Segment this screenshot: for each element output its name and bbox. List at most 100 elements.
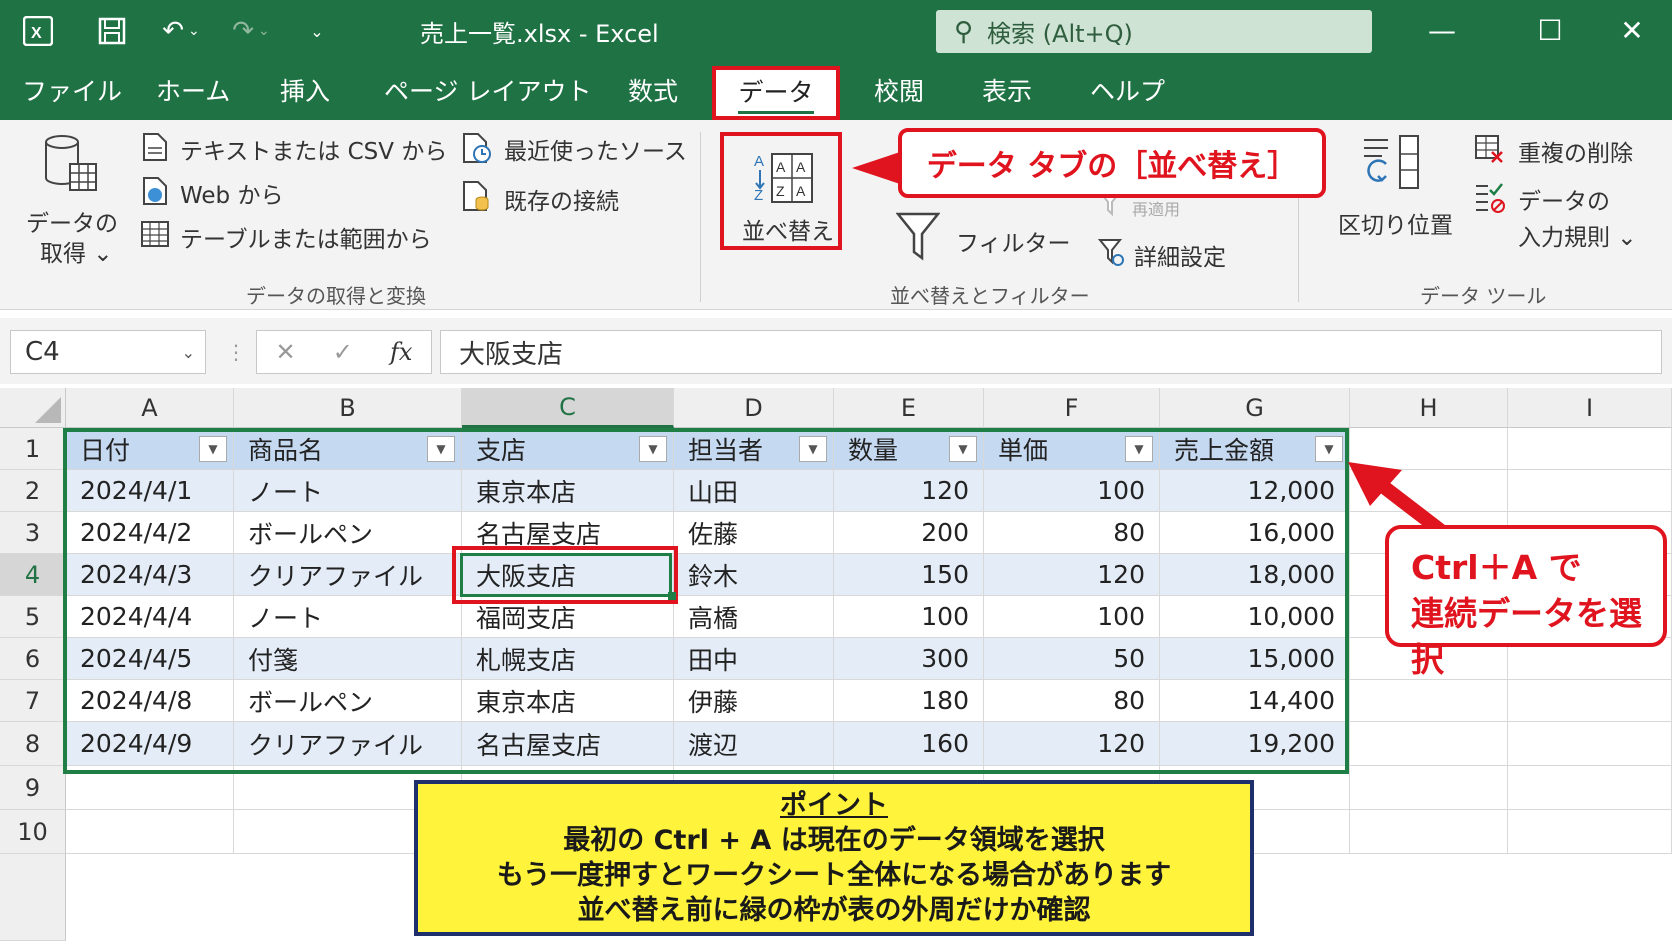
insert-function-icon[interactable]: fx [390, 338, 412, 366]
table-cell[interactable]: 15,000 [1160, 638, 1350, 680]
table-header-cell[interactable]: 担当者 ▼ [674, 428, 834, 470]
maximize-icon[interactable]: ☐ [1520, 10, 1580, 50]
filter-dropdown-icon[interactable]: ▼ [1125, 436, 1153, 462]
column-header-b[interactable]: B [234, 388, 462, 428]
table-cell[interactable]: 160 [834, 722, 984, 766]
column-header-e[interactable]: E [834, 388, 984, 428]
table-cell[interactable]: 名古屋支店 [462, 512, 674, 554]
table-header-cell[interactable]: 数量 ▼ [834, 428, 984, 470]
remove-duplicates-button[interactable]: 重複の削除 [1518, 134, 1633, 168]
row-header-10[interactable]: 10 [0, 810, 66, 854]
filter-dropdown-icon[interactable]: ▼ [639, 436, 667, 462]
table-cell[interactable]: 100 [984, 470, 1160, 512]
table-cell[interactable]: ノート [234, 596, 462, 638]
text-to-columns-button[interactable]: 区切り位置 [1338, 206, 1453, 240]
table-cell[interactable]: クリアファイル [234, 554, 462, 596]
column-header-a[interactable]: A [66, 388, 234, 428]
minimize-icon[interactable]: — [1412, 10, 1472, 50]
row-header-7[interactable]: 7 [0, 680, 66, 722]
column-header-c[interactable]: C [462, 388, 674, 428]
table-cell[interactable]: 高橋 [674, 596, 834, 638]
table-cell[interactable]: 180 [834, 680, 984, 722]
table-cell[interactable]: 2024/4/4 [66, 596, 234, 638]
table-cell[interactable]: 19,200 [1160, 722, 1350, 766]
empty-cell[interactable] [1508, 722, 1672, 766]
empty-cell[interactable] [1508, 766, 1672, 810]
filter-dropdown-icon[interactable]: ▼ [799, 436, 827, 462]
table-header-cell[interactable]: 売上金額 ▼ [1160, 428, 1350, 470]
table-header-cell[interactable]: 支店 ▼ [462, 428, 674, 470]
table-header-cell[interactable]: 日付 ▼ [66, 428, 234, 470]
tab-review[interactable]: 校閲 [874, 70, 924, 110]
customize-qat-icon[interactable]: ⌄ [302, 12, 332, 50]
table-range-button[interactable]: テーブルまたは範囲から [180, 220, 432, 254]
table-cell[interactable]: 2024/4/8 [66, 680, 234, 722]
column-header-i[interactable]: I [1508, 388, 1672, 428]
row-header-1[interactable]: 1 [0, 428, 66, 470]
empty-cell[interactable] [1350, 680, 1508, 722]
data-validation-label-2[interactable]: 入力規則 ⌄ [1518, 218, 1637, 252]
advanced-button[interactable]: 詳細設定 [1134, 238, 1226, 272]
table-cell[interactable]: 14,400 [1160, 680, 1350, 722]
empty-cell[interactable] [1508, 470, 1672, 512]
column-header-g[interactable]: G [1160, 388, 1350, 428]
row-header-2[interactable]: 2 [0, 470, 66, 512]
table-cell[interactable]: 80 [984, 512, 1160, 554]
table-cell[interactable]: 付箋 [234, 638, 462, 680]
table-cell[interactable]: 田中 [674, 638, 834, 680]
table-cell[interactable]: 150 [834, 554, 984, 596]
tab-page-layout[interactable]: ページ レイアウト [384, 70, 591, 110]
table-cell[interactable]: 2024/4/2 [66, 512, 234, 554]
filter-dropdown-icon[interactable]: ▼ [1315, 436, 1343, 462]
table-cell[interactable]: 300 [834, 638, 984, 680]
table-cell[interactable]: 2024/4/3 [66, 554, 234, 596]
table-cell[interactable]: 50 [984, 638, 1160, 680]
existing-connections-button[interactable]: 既存の接続 [504, 182, 619, 216]
web-button[interactable]: Web から [180, 176, 283, 210]
table-cell[interactable]: ノート [234, 470, 462, 512]
text-csv-button[interactable]: テキストまたは CSV から [180, 132, 447, 166]
table-header-cell[interactable]: 単価 ▼ [984, 428, 1160, 470]
table-cell[interactable]: ボールペン [234, 512, 462, 554]
table-cell[interactable]: 10,000 [1160, 596, 1350, 638]
select-all-button[interactable] [0, 388, 66, 428]
reapply-button[interactable]: 再適用 [1132, 196, 1180, 220]
cancel-icon[interactable]: ✕ [276, 338, 296, 366]
empty-cell[interactable] [66, 810, 234, 854]
filter-dropdown-icon[interactable]: ▼ [427, 436, 455, 462]
column-header-h[interactable]: H [1350, 388, 1508, 428]
table-cell[interactable]: 東京本店 [462, 680, 674, 722]
tab-insert[interactable]: 挿入 [280, 70, 330, 110]
formula-input[interactable]: 大阪支店 [440, 330, 1662, 374]
redo-icon[interactable]: ↷ ⌄ [226, 12, 276, 50]
tab-file[interactable]: ファイル [22, 70, 122, 110]
row-header-8[interactable]: 8 [0, 722, 66, 766]
table-header-cell[interactable]: 商品名 ▼ [234, 428, 462, 470]
table-cell[interactable]: 佐藤 [674, 512, 834, 554]
column-header-d[interactable]: D [674, 388, 834, 428]
table-cell[interactable]: 福岡支店 [462, 596, 674, 638]
row-header-5[interactable]: 5 [0, 596, 66, 638]
row-header-9[interactable]: 9 [0, 766, 66, 810]
empty-cell[interactable] [66, 766, 234, 810]
table-cell[interactable]: 2024/4/9 [66, 722, 234, 766]
get-data-label-2[interactable]: 取得 ⌄ [40, 234, 113, 268]
table-cell[interactable]: 16,000 [1160, 512, 1350, 554]
filter-dropdown-icon[interactable]: ▼ [949, 436, 977, 462]
tab-home[interactable]: ホーム [156, 70, 230, 110]
undo-icon[interactable]: ↶ ⌄ [156, 12, 206, 50]
empty-cell[interactable] [1350, 810, 1508, 854]
tab-help[interactable]: ヘルプ [1090, 70, 1165, 110]
row-header-4[interactable]: 4 [0, 554, 66, 596]
row-header-6[interactable]: 6 [0, 638, 66, 680]
data-validation-label-1[interactable]: データの [1518, 182, 1610, 216]
table-cell[interactable]: 2024/4/5 [66, 638, 234, 680]
save-icon[interactable] [92, 12, 132, 50]
table-cell[interactable]: 札幌支店 [462, 638, 674, 680]
enter-icon[interactable]: ✓ [333, 338, 353, 366]
empty-cell[interactable] [1350, 722, 1508, 766]
table-cell[interactable]: 名古屋支店 [462, 722, 674, 766]
table-cell[interactable]: 18,000 [1160, 554, 1350, 596]
table-cell[interactable]: 鈴木 [674, 554, 834, 596]
filter-dropdown-icon[interactable]: ▼ [199, 436, 227, 462]
